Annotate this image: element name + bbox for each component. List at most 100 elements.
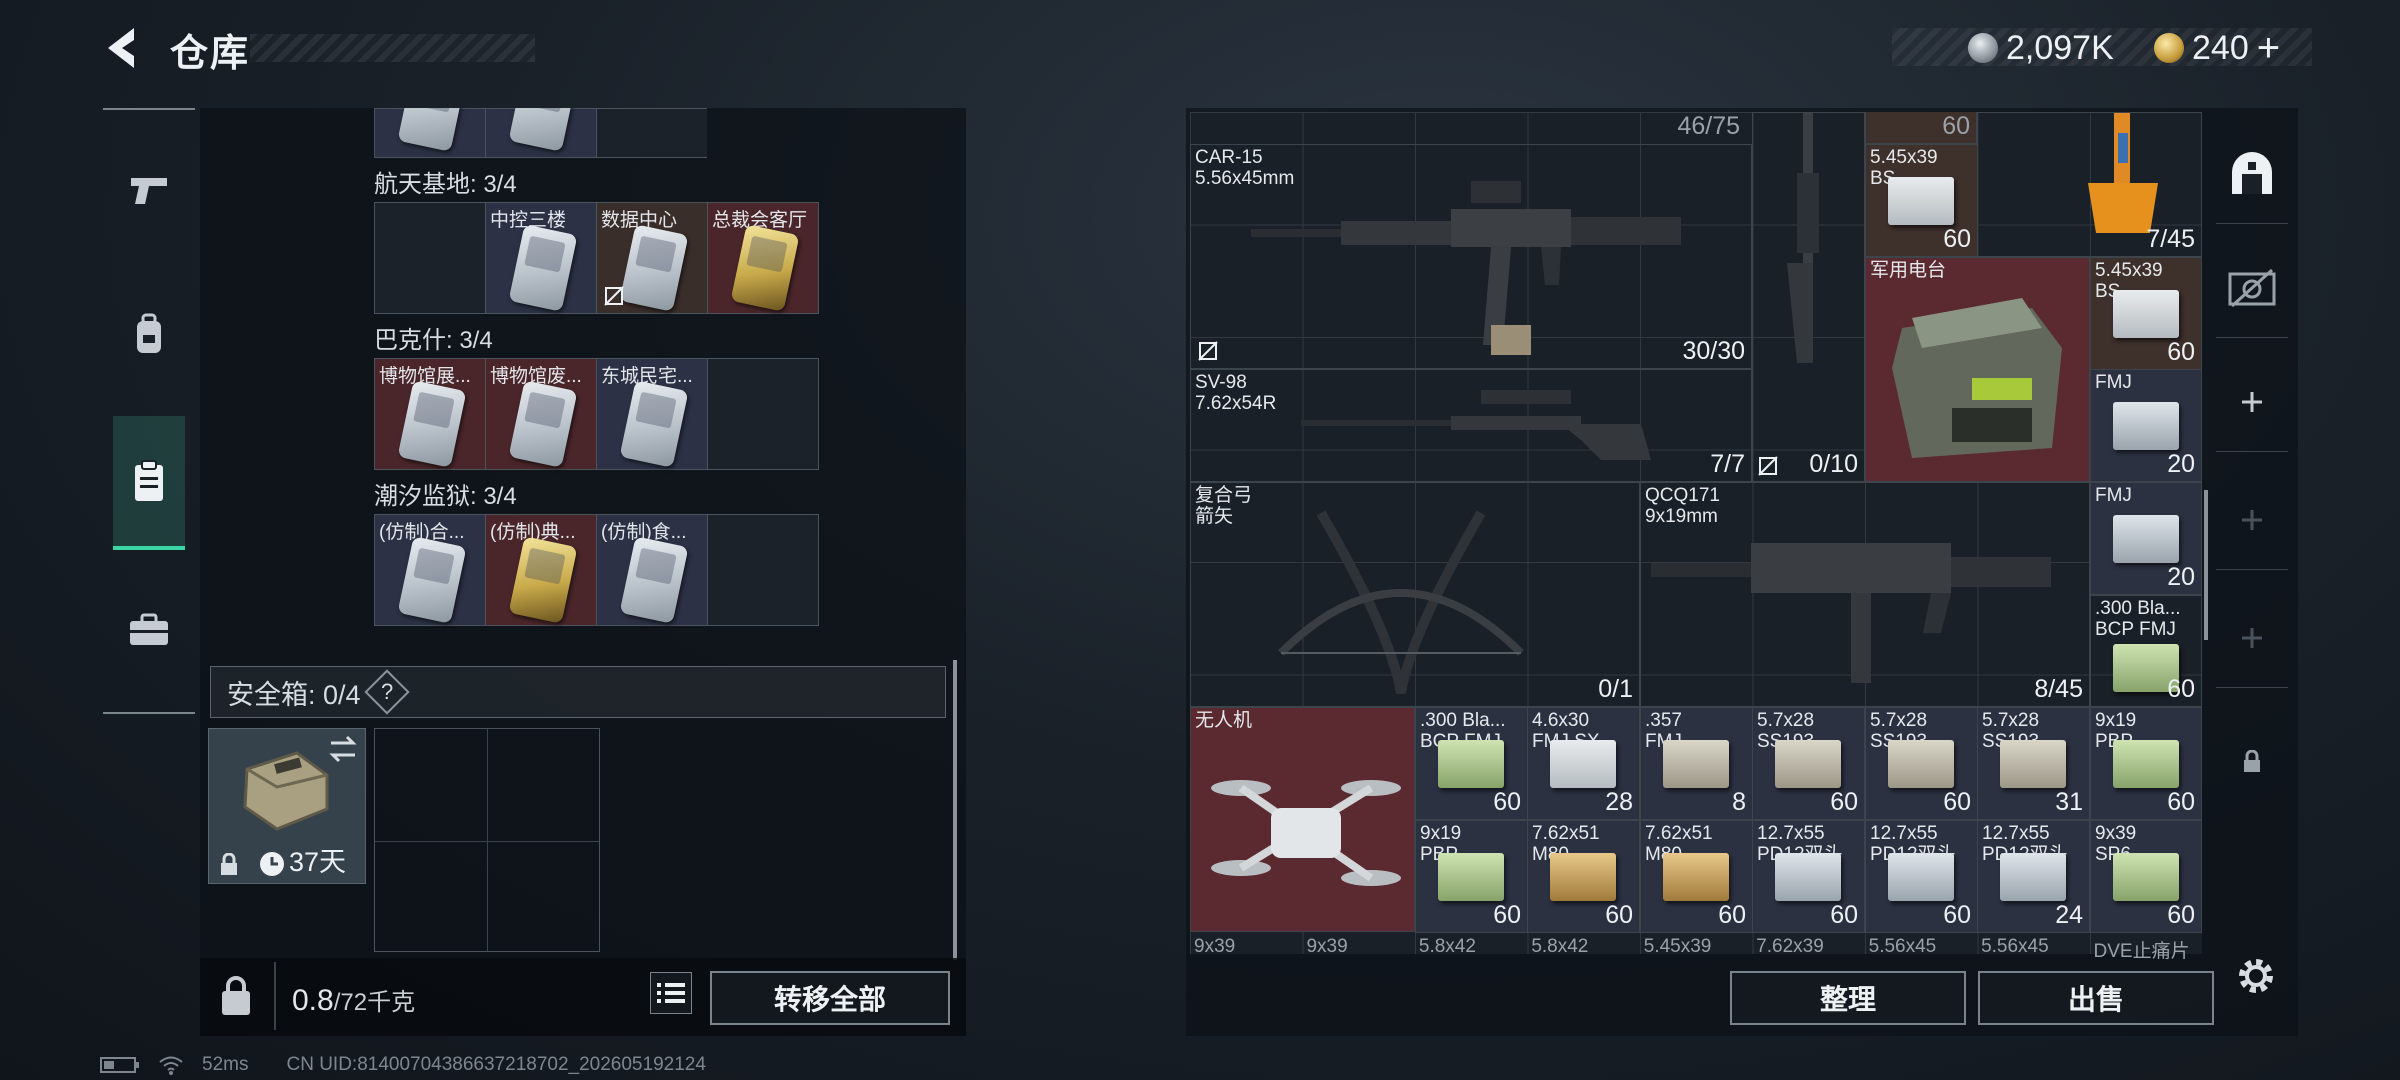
page-title: 仓库 bbox=[170, 33, 251, 75]
rifle-vertical-icon bbox=[1787, 113, 1819, 363]
key-slot[interactable]: 数据中心 bbox=[596, 202, 708, 314]
status-bar: 52ms CN UID:8140070438663721870​2_202605… bbox=[100, 1054, 706, 1076]
list-view-button[interactable] bbox=[650, 972, 692, 1014]
partial-item-label[interactable]: 5.45x39 bbox=[1640, 936, 1752, 957]
ammo-box-icon bbox=[1775, 740, 1841, 788]
ammo-762x51-m80[interactable]: 7.62x51 M80 60 bbox=[1527, 820, 1640, 933]
stash-item-orange[interactable]: 7/45 bbox=[1977, 112, 2202, 257]
partial-item-label[interactable]: 5.56x45 bbox=[1865, 936, 1977, 957]
gear-icon bbox=[2239, 959, 2273, 993]
ammo-127x55[interactable]: 12.7x55 PD12双头 60 bbox=[1865, 820, 1978, 933]
weapon-compound-bow[interactable]: 复合弓 箭矢 0/1 bbox=[1190, 482, 1640, 707]
ammo-box-icon bbox=[1438, 853, 1504, 901]
pistol-icon bbox=[131, 178, 167, 204]
weapon-qcq171[interactable]: QCQ171 9x19mm 8/45 bbox=[1640, 482, 2090, 707]
stash-tab-insurance[interactable] bbox=[2216, 238, 2288, 338]
ammo-box-icon bbox=[1888, 853, 1954, 901]
plus-icon bbox=[2242, 627, 2262, 648]
ammo-762x51-m80[interactable]: 7.62x51 M80 60 bbox=[1640, 820, 1753, 933]
ammo-357[interactable]: .357 FMJ 8 bbox=[1640, 707, 1753, 820]
weapon-car15[interactable]: CAR-15 5.56x45mm 30/30 bbox=[1190, 144, 1752, 369]
safe-box-item[interactable]: 37天 bbox=[208, 728, 366, 884]
add-stash-tab-button[interactable] bbox=[2216, 470, 2288, 570]
swap-icon[interactable] bbox=[327, 735, 359, 763]
partial-item-label[interactable]: 5.56x45 bbox=[1977, 936, 2089, 957]
military-radio[interactable]: 军用电台 bbox=[1865, 257, 2090, 482]
key-slot[interactable]: 总裁会客厅 bbox=[707, 202, 819, 314]
tab-gear[interactable] bbox=[113, 290, 185, 380]
left-scrollbar[interactable] bbox=[953, 660, 957, 960]
add-currency-button[interactable]: + bbox=[2257, 26, 2280, 71]
add-stash-tab-button[interactable] bbox=[2216, 588, 2288, 688]
item-qty: 60 bbox=[1493, 788, 1521, 816]
drone[interactable]: 无人机 bbox=[1190, 707, 1415, 932]
locked-stash-tab[interactable] bbox=[2216, 712, 2288, 812]
ammo-57x28[interactable]: 5.7x28 SS193 60 bbox=[1865, 707, 1978, 820]
currency-premium[interactable]: 240 + bbox=[2154, 26, 2280, 70]
tab-keys[interactable] bbox=[113, 416, 185, 550]
keycard-image bbox=[508, 224, 578, 312]
ammo-127x55[interactable]: 12.7x55 PD12双头 60 bbox=[1752, 820, 1865, 933]
key-slot[interactable]: (仿制)典... bbox=[485, 514, 597, 626]
keycard-image bbox=[397, 536, 467, 624]
ammo-9x19-pbp[interactable]: 9x19 PBP 60 bbox=[1415, 820, 1528, 933]
sort-button[interactable]: 整理 bbox=[1730, 971, 1966, 1025]
partial-item-label[interactable]: 9x39 bbox=[1190, 936, 1302, 957]
settings-button[interactable] bbox=[2234, 954, 2278, 998]
weight-icon bbox=[222, 976, 250, 1015]
no-insure-icon bbox=[1198, 341, 1218, 361]
weight-lock-button[interactable] bbox=[214, 975, 258, 1019]
ammo-9x39-sp6[interactable]: 9x39 SP6 60 bbox=[2090, 820, 2202, 933]
ammo-300-bcp[interactable]: .300 Bla... BCP FMJ 60 bbox=[2090, 595, 2202, 707]
key-slot[interactable] bbox=[596, 108, 707, 158]
stash-item[interactable]: 60 bbox=[1865, 112, 1977, 144]
key-slot[interactable] bbox=[374, 108, 486, 158]
key-slot[interactable]: 东城民宅... bbox=[596, 358, 708, 470]
partial-item-label[interactable]: DVE止痛片 bbox=[2090, 936, 2202, 962]
transfer-all-button[interactable]: 转移全部 bbox=[710, 971, 950, 1025]
key-slot[interactable]: 博物馆废... bbox=[485, 358, 597, 470]
weapon-sv98[interactable]: SV-98 7.62x54R 7/7 bbox=[1190, 369, 1752, 482]
tab-misc[interactable] bbox=[113, 585, 185, 675]
help-button[interactable]: ? bbox=[363, 669, 410, 715]
item-qty: 31 bbox=[2055, 788, 2083, 816]
ammo-300-bcp[interactable]: .300 Bla... BCP FMJ 60 bbox=[1415, 707, 1528, 820]
key-slot[interactable]: (仿制)食... bbox=[596, 514, 708, 626]
sell-button[interactable]: 出售 bbox=[1978, 971, 2214, 1025]
stash-tab-main[interactable] bbox=[2216, 124, 2288, 224]
safe-box-slots[interactable] bbox=[374, 728, 600, 952]
ammo-fmj[interactable]: FMJ 20 bbox=[2090, 369, 2202, 482]
tab-weapons[interactable] bbox=[113, 145, 185, 235]
ammo-127x55[interactable]: 12.7x55 PD12双头 24 bbox=[1977, 820, 2090, 933]
partial-item-label[interactable]: 5.8x42 bbox=[1415, 936, 1527, 957]
key-slot[interactable] bbox=[707, 358, 819, 470]
add-stash-tab-button[interactable] bbox=[2216, 352, 2288, 452]
ammo-545-bs[interactable]: 5.45x39 BS 60 bbox=[2090, 257, 2202, 370]
partial-item-label[interactable]: 5.8x42 bbox=[1527, 936, 1639, 957]
back-button[interactable] bbox=[100, 24, 150, 72]
key-slot[interactable]: 博物馆展... bbox=[374, 358, 486, 470]
section-title: 潮汐监狱: 3/4 bbox=[374, 483, 517, 510]
ammo-9x19-pbp[interactable]: 9x19 PBP 60 bbox=[2090, 707, 2202, 820]
keycard-image bbox=[397, 380, 467, 468]
key-slot[interactable] bbox=[374, 202, 486, 314]
section-title: 巴克什: 3/4 bbox=[374, 327, 493, 354]
partial-item-label[interactable]: 9x39 bbox=[1302, 936, 1414, 957]
key-row: 博物馆展... 博物馆废... 东城民宅... bbox=[374, 358, 819, 470]
ammo-46x30[interactable]: 4.6x30 FMJ SX 28 bbox=[1527, 707, 1640, 820]
key-slot[interactable] bbox=[707, 514, 819, 626]
key-slot[interactable]: 中控三楼 bbox=[485, 202, 597, 314]
key-slot[interactable]: (仿制)合... bbox=[374, 514, 486, 626]
ammo-57x28[interactable]: 5.7x28 SS193 60 bbox=[1752, 707, 1865, 820]
ammo-57x28[interactable]: 5.7x28 SS193 31 bbox=[1977, 707, 2090, 820]
ammo-545-bs[interactable]: 5.45x39 BS 60 bbox=[1865, 144, 1978, 257]
weapon-vertical[interactable]: 0/10 bbox=[1752, 112, 1865, 482]
partial-item-label[interactable]: 7.62x39 bbox=[1752, 936, 1864, 957]
stash-scrollbar[interactable] bbox=[2204, 490, 2208, 640]
ammo-fmj[interactable]: FMJ 20 bbox=[2090, 482, 2202, 595]
safe-case-icon bbox=[243, 751, 329, 831]
repair-kit-icon bbox=[2088, 113, 2158, 233]
keycard-image bbox=[619, 224, 689, 312]
ammo-box-icon bbox=[1663, 740, 1729, 788]
key-slot[interactable] bbox=[485, 108, 597, 158]
